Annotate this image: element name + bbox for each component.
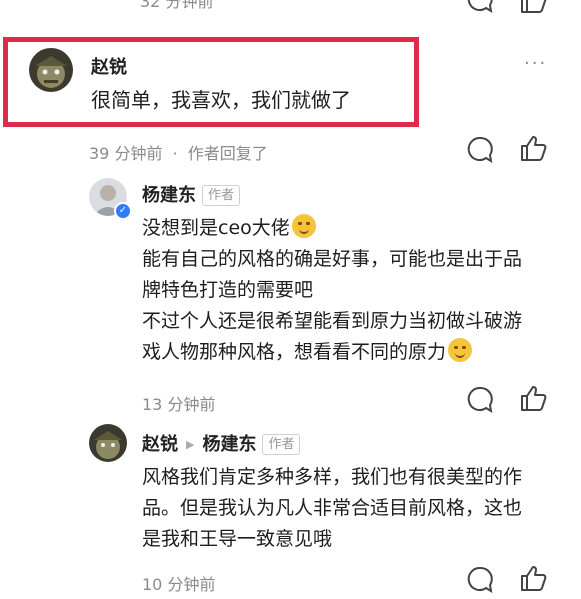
reply-arrow-icon: ▶	[186, 438, 195, 451]
reply-username-text[interactable]: 杨建东	[142, 185, 196, 206]
reply-text-line: 能有自己的风格的确是好事，可能也是出于品	[142, 248, 523, 270]
reply-text-line: 牌特色打造的需要吧	[142, 279, 314, 301]
reply-text: 风格我们肯定多种多样，我们也有很美型的作 品。但是我认为凡人非常合适目前风格，这…	[142, 462, 572, 555]
reply-text-line: 没想到是ceo大佬	[142, 213, 572, 244]
reply-text: 没想到是ceo大佬 能有自己的风格的确是好事，可能也是出于品 牌特色打造的需要吧…	[142, 213, 572, 368]
reply-to-username[interactable]: 杨建东	[202, 434, 256, 455]
author-tag: 作者	[262, 434, 301, 455]
more-dots-icon[interactable]: ···	[524, 53, 547, 74]
thumbs-up-icon[interactable]	[518, 563, 548, 593]
reply-username[interactable]: 赵锐 ▶ 杨建东 作者	[142, 430, 301, 456]
reply-text-line: 戏人物那种风格，想看看不同的原力	[142, 337, 572, 368]
verified-badge-icon: ✓	[114, 202, 132, 220]
avatar[interactable]	[29, 48, 73, 92]
author-tag: 作者	[202, 185, 241, 206]
comment-bubble-icon[interactable]	[465, 385, 495, 415]
comment-time: 39 分钟前	[89, 144, 163, 163]
comment-bubble-icon[interactable]	[465, 135, 495, 165]
reply-text-line: 品。但是我认为凡人非常合适目前风格，这也	[142, 497, 523, 519]
author-replied-link[interactable]: 作者回复了	[188, 144, 268, 163]
reply-username-text[interactable]: 赵锐	[142, 434, 178, 455]
reply-text-line: 风格我们肯定多种多样，我们也有很美型的作	[142, 466, 523, 488]
thumbs-up-icon[interactable]	[518, 0, 548, 15]
reply-text-line: 不过个人还是很希望能看到原力当初做斗破游	[142, 310, 523, 332]
comment-text: 很简单，我喜欢，我们就做了	[91, 88, 351, 112]
comment-meta: 39 分钟前 · 作者回复了	[89, 140, 268, 164]
thumbs-up-icon[interactable]	[518, 383, 548, 413]
comment-username[interactable]: 赵锐	[91, 53, 127, 79]
reply-time: 13 分钟前	[142, 395, 216, 414]
thinking-emoji-icon	[448, 338, 473, 362]
reply-text-line: 是我和王导一致意见哦	[142, 528, 333, 550]
laughing-emoji-icon	[291, 214, 316, 238]
previous-comment-time: 32 分钟前	[140, 0, 214, 11]
comment-bubble-icon[interactable]	[465, 0, 495, 15]
comment-bubble-icon[interactable]	[465, 565, 495, 595]
reply-time: 10 分钟前	[142, 575, 216, 594]
avatar[interactable]	[89, 424, 127, 462]
reply-username[interactable]: 杨建东 作者	[142, 181, 241, 207]
thumbs-up-icon[interactable]	[518, 133, 548, 163]
meta-separator: ·	[172, 144, 178, 163]
